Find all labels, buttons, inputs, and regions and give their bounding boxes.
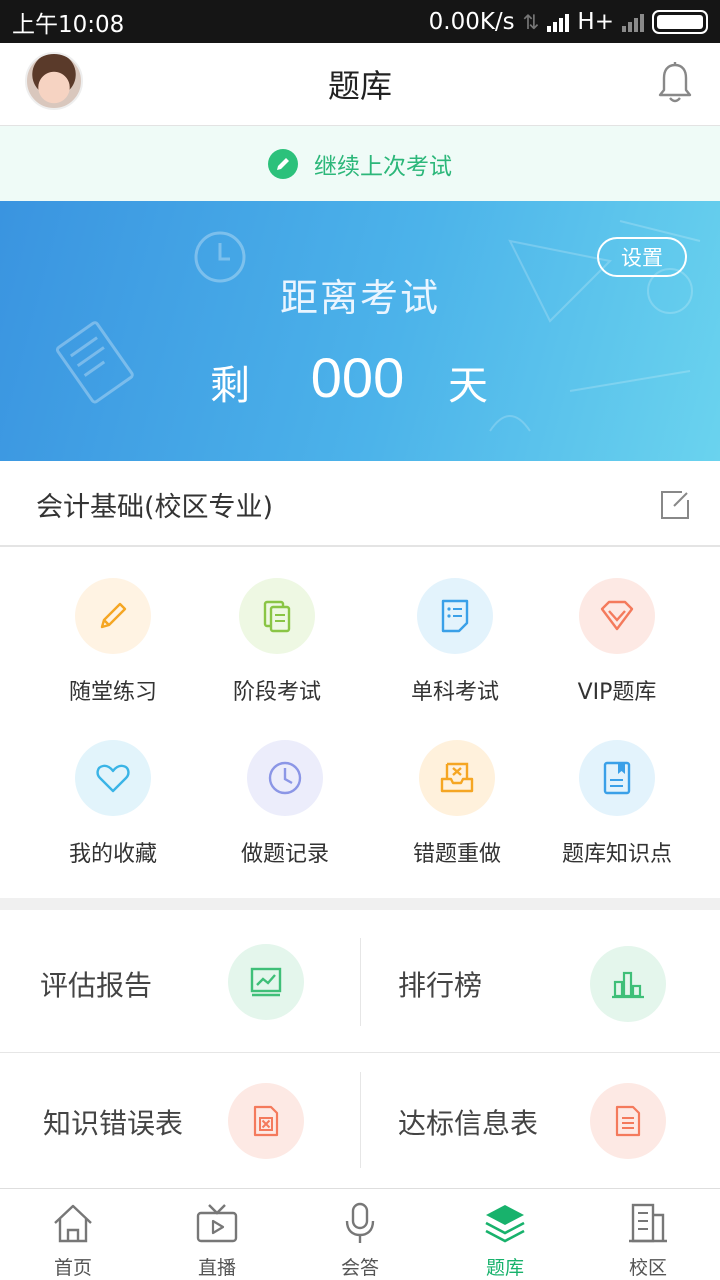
cell-icon-bg [590,946,666,1022]
feature-icon-bg [75,578,151,654]
cell-label: 知识错误表 [43,1107,184,1140]
layers-icon [485,1205,525,1243]
page-title: 题库 [327,67,392,105]
documents-icon [263,600,291,633]
settings-button[interactable]: 设置 [597,237,687,277]
pencil-icon [100,602,127,629]
feature-icon-bg [579,740,655,816]
knowledge-error-cell[interactable]: 知识错误表 [0,1052,360,1182]
feature-label: 错题重做 [412,842,501,867]
tab-label: 直播 [197,1257,236,1279]
signal-icon [547,12,570,32]
network-type: H+ [577,8,614,35]
status-bar: 上午10:08 0.00K/s ⇅ H+ [0,0,720,43]
cell-label: 评估报告 [40,969,153,1002]
feature-icon-bg [75,740,151,816]
formula-decoration [489,220,701,432]
feature-history[interactable]: 做题记录 [200,710,370,867]
feature-label: 我的收藏 [68,842,157,867]
continue-exam-label: 继续上次考试 [314,153,452,180]
subject-name: 会计基础(校区专业) [36,492,274,523]
feature-grid: 随堂练习 阶段考试 单科考试 VIP题库 我的收藏 做题记录 错题重做 题库知识… [0,548,720,898]
feature-label: 随堂练习 [68,680,157,705]
bars-icon [612,971,644,999]
cell-label: 排行榜 [398,969,483,1002]
feature-vip[interactable]: VIP题库 [532,548,702,705]
checklist-icon [441,599,469,633]
tray-x-icon [440,762,474,793]
countdown-suffix: 天 [448,363,488,409]
clock-icon [268,761,302,795]
cell-label: 达标信息表 [398,1107,539,1140]
tab-label: 会答 [340,1257,379,1279]
feature-practice[interactable]: 随堂练习 [28,548,198,705]
tab-live[interactable]: 直播 [145,1189,289,1280]
exam-countdown-banner: 距离考试 剩 000 天 设置 [0,201,720,461]
diamond-icon [600,600,634,631]
error-sheet-icon [253,1105,279,1137]
tab-question-bank[interactable]: 题库 [433,1189,577,1280]
section-divider [0,898,720,910]
tab-label: 首页 [53,1257,92,1279]
continue-exam-bar[interactable]: 继续上次考试 [0,125,720,201]
microphone-icon [345,1202,375,1243]
data-arrows-icon: ⇅ [522,9,540,34]
feature-icon-bg [417,578,493,654]
report-cells: 评估报告 排行榜 知识错误表 达标信息表 [0,910,720,1188]
feature-single-exam[interactable]: 单科考试 [370,548,540,705]
info-sheet-icon [615,1105,641,1137]
bell-icon[interactable] [656,61,694,105]
feature-knowledge-points[interactable]: 题库知识点 [532,710,702,867]
tab-label: 题库 [485,1257,524,1279]
feature-icon-bg [579,578,655,654]
feature-redo-errors[interactable]: 错题重做 [372,710,542,867]
feature-label: 单科考试 [410,680,499,705]
tv-icon [196,1204,238,1243]
heart-icon [96,764,130,793]
battery-icon [652,9,708,34]
feature-label: 做题记录 [240,842,329,867]
standard-info-cell[interactable]: 达标信息表 [360,1052,720,1182]
feature-label: 阶段考试 [232,680,321,705]
feature-label: VIP题库 [577,680,657,705]
cell-icon-bg [228,944,304,1020]
network-speed: 0.00K/s [428,8,515,35]
building-icon [629,1203,667,1243]
feature-stage-exam[interactable]: 阶段考试 [192,548,362,705]
signal-2-icon [622,12,644,32]
bottom-tab-bar: 首页 直播 会答 题库 校区 [0,1188,720,1280]
tab-answer[interactable]: 会答 [288,1189,432,1280]
feature-icon-bg [239,578,315,654]
tab-label: 校区 [628,1257,667,1279]
cell-icon-bg [228,1083,304,1159]
status-time: 上午10:08 [12,11,125,38]
cell-divider [360,938,361,1026]
tab-campus[interactable]: 校区 [576,1189,720,1280]
countdown-days: 000 [310,346,405,409]
feature-icon-bg [247,740,323,816]
countdown-row: 剩 000 天 [0,341,720,421]
tab-home[interactable]: 首页 [1,1189,145,1280]
ranking-cell[interactable]: 排行榜 [360,910,720,1040]
assessment-report-cell[interactable]: 评估报告 [0,910,360,1040]
feature-icon-bg [419,740,495,816]
chart-icon [250,967,282,997]
book-icon [603,761,631,795]
app-header: 题库 [0,43,720,125]
countdown-prefix: 剩 [210,363,250,409]
subject-row[interactable]: 会计基础(校区专业) [0,461,720,547]
cell-icon-bg [590,1083,666,1159]
feature-favorites[interactable]: 我的收藏 [28,710,198,867]
pen-icon [268,148,298,179]
feature-label: 题库知识点 [561,842,672,867]
home-icon [54,1204,92,1243]
edit-icon[interactable] [660,490,690,520]
